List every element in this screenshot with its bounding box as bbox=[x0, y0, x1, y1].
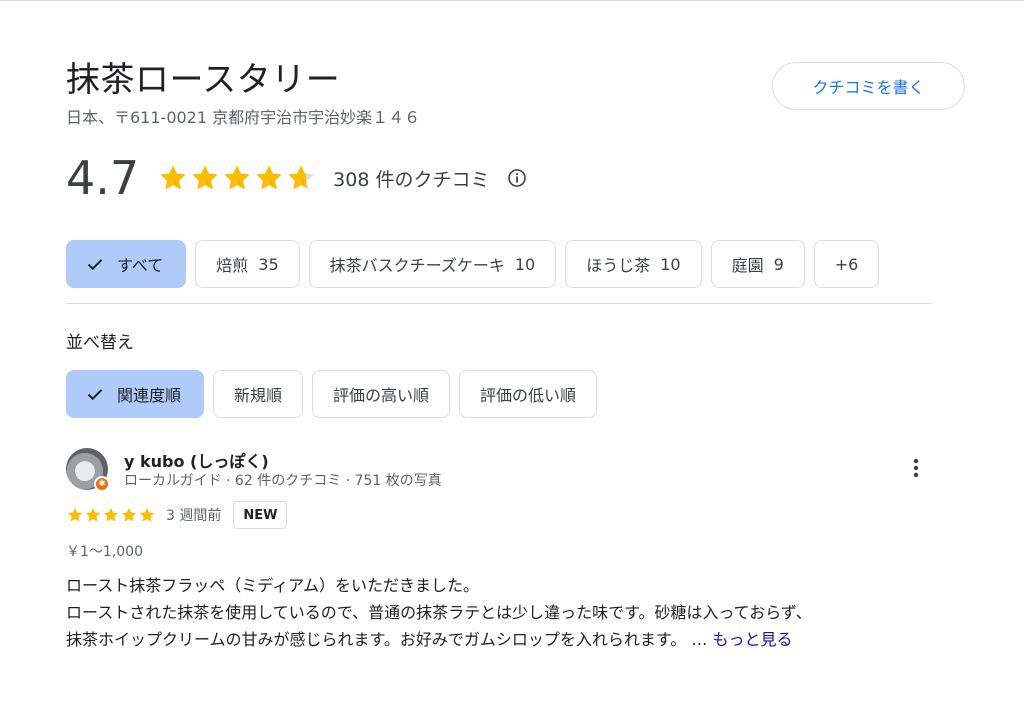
read-more-link[interactable]: もっと見る bbox=[713, 630, 793, 649]
review-text: ロースト抹茶フラッペ（ミディアム）をいただきました。 ローストされた抹茶を使用し… bbox=[66, 572, 936, 653]
sort-chip-label: 評価の高い順 bbox=[333, 386, 430, 405]
sort-chip[interactable]: 関連度順 bbox=[66, 370, 205, 418]
sort-chip-label: 新規順 bbox=[234, 386, 283, 405]
star-icon bbox=[285, 162, 317, 194]
sort-chip-label: 関連度順 bbox=[117, 386, 182, 405]
star-icon bbox=[221, 162, 253, 194]
review-ellipsis: … bbox=[686, 630, 713, 649]
filter-chip-count: 9 bbox=[773, 254, 784, 274]
star-icon bbox=[253, 162, 285, 194]
star-icon bbox=[157, 162, 189, 194]
price-range: ￥1〜1,000 bbox=[66, 544, 143, 560]
filter-chip[interactable]: 抹茶バスクチーズケーキ 10 bbox=[308, 240, 557, 288]
filter-chip[interactable]: +6 bbox=[813, 240, 880, 288]
review-count: 308 件のクチコミ bbox=[333, 168, 490, 191]
star-icon bbox=[84, 506, 102, 524]
filter-chip[interactable]: 焙煎 35 bbox=[195, 240, 300, 288]
star-icon bbox=[102, 506, 120, 524]
sort-chips: 関連度順 新規順 評価の高い順 評価の低い順 bbox=[66, 370, 606, 418]
sort-chip[interactable]: 評価の高い順 bbox=[312, 370, 451, 418]
reviewer-avatar[interactable]: ✱ bbox=[66, 448, 110, 492]
review-rating-row: 3 週間前 NEW bbox=[66, 501, 288, 529]
place-address: 日本、〒611-0021 京都府宇治市宇治妙楽１４６ bbox=[66, 108, 421, 127]
check-icon bbox=[87, 389, 103, 401]
more-options-icon[interactable] bbox=[904, 456, 928, 480]
star-icon bbox=[120, 506, 138, 524]
review-stars bbox=[66, 506, 156, 524]
rating-value: 4.7 bbox=[66, 151, 140, 205]
filter-chip-label: 焙煎 bbox=[216, 256, 249, 275]
filter-chip[interactable]: ほうじ茶 10 bbox=[565, 240, 702, 288]
rating-stars bbox=[157, 162, 317, 194]
filter-chip[interactable]: 庭園 9 bbox=[710, 240, 805, 288]
sort-chip-label: 評価の低い順 bbox=[480, 386, 577, 405]
filter-chip-label: ほうじ茶 bbox=[586, 256, 651, 275]
sort-chip[interactable]: 新規順 bbox=[213, 370, 304, 418]
review-text-line: ロースト抹茶フラッペ（ミディアム）をいただきました。 bbox=[66, 576, 479, 595]
filter-chip-count: 10 bbox=[660, 254, 681, 274]
filter-chip[interactable]: すべて bbox=[66, 240, 187, 288]
star-icon bbox=[138, 506, 156, 524]
review-text-line: 抹茶ホイップクリームの甘みが感じられます。お好みでガムシロップを入れられます。 … bbox=[66, 626, 936, 653]
filter-chip-label: +6 bbox=[834, 254, 859, 274]
filter-chip-count: 35 bbox=[258, 254, 279, 274]
sort-label: 並べ替え bbox=[66, 333, 134, 353]
filter-chip-label: 庭園 bbox=[731, 256, 764, 275]
divider bbox=[66, 303, 932, 304]
star-icon bbox=[66, 506, 84, 524]
check-icon bbox=[87, 259, 103, 271]
filter-chip-label: 抹茶バスクチーズケーキ bbox=[329, 256, 505, 275]
reviewer-name[interactable]: y kubo (しっぽく) bbox=[124, 448, 269, 472]
reviews-panel: 抹茶ロースタリー 日本、〒611-0021 京都府宇治市宇治妙楽１４６ クチコミ… bbox=[0, 0, 1024, 702]
filter-chip-count: 10 bbox=[514, 254, 536, 274]
review-time: 3 週間前 bbox=[166, 508, 222, 524]
new-badge: NEW bbox=[233, 501, 288, 529]
topic-filter-chips: すべて 焙煎 35 抹茶バスクチーズケーキ 10 ほうじ茶 10 庭園 9 +6 bbox=[66, 240, 888, 288]
local-guide-badge-icon: ✱ bbox=[94, 476, 110, 492]
review-text-line: ローストされた抹茶を使用しているので、普通の抹茶ラテとは少し違った味です。砂糖は… bbox=[66, 603, 812, 622]
sort-chip[interactable]: 評価の低い順 bbox=[459, 370, 598, 418]
top-border bbox=[0, 0, 1024, 1]
star-icon bbox=[189, 162, 221, 194]
filter-chip-label: すべて bbox=[117, 256, 164, 275]
write-review-button[interactable]: クチコミを書く bbox=[772, 62, 965, 110]
info-icon[interactable] bbox=[507, 168, 527, 188]
rating-summary: 4.7 308 件のクチコミ bbox=[66, 151, 527, 205]
review-text-line-content: 抹茶ホイップクリームの甘みが感じられます。お好みでガムシロップを入れられます。 bbox=[66, 630, 687, 649]
reviewer-meta: ローカルガイド · 62 件のクチコミ · 751 枚の写真 bbox=[124, 473, 442, 489]
place-title: 抹茶ロースタリー bbox=[66, 60, 341, 100]
